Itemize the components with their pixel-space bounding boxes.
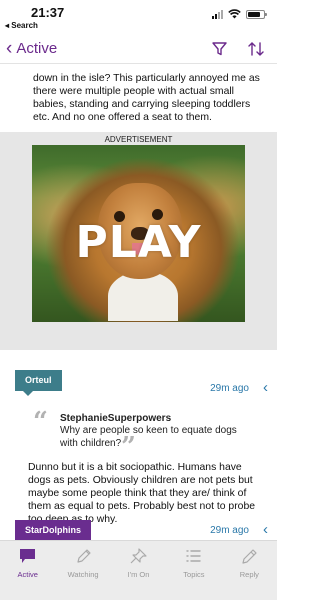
chevron-left-icon[interactable]: ‹	[263, 379, 268, 396]
filter-icon[interactable]	[212, 42, 227, 56]
tab-label: Watching	[67, 570, 99, 579]
play-overlay-text[interactable]: PLAY	[32, 217, 245, 268]
tab-label: Topics	[183, 570, 205, 579]
post-timestamp: 29m ago	[210, 525, 249, 536]
list-icon	[186, 550, 202, 562]
status-icons	[212, 9, 267, 19]
tab-label: Active	[17, 570, 38, 579]
quote-author: StephanieSuperpowers	[60, 413, 172, 424]
chevron-left-icon[interactable]: ‹	[263, 521, 268, 538]
status-bar: 21:37 ◂ Search	[0, 0, 277, 34]
nav-title: Active	[16, 40, 58, 57]
wifi-icon	[228, 9, 241, 19]
sort-icon[interactable]	[248, 42, 264, 56]
chevron-left-icon: ‹	[6, 38, 13, 59]
tab-bar: Active Watching I'm On Topics Reply	[0, 540, 277, 600]
author-badge[interactable]: StarDolphins	[15, 520, 92, 540]
tab-im-on[interactable]: I'm On	[111, 541, 166, 600]
open-quote-icon: “	[33, 407, 48, 437]
thread-content[interactable]: down in the isle? This particularly anno…	[0, 64, 277, 540]
back-button[interactable]: ‹ Active	[6, 39, 57, 58]
signal-icon	[212, 9, 223, 19]
pen-icon	[77, 549, 91, 563]
tab-label: Reply	[239, 570, 259, 579]
speech-bubble-icon	[20, 549, 36, 563]
tab-topics[interactable]: Topics	[166, 541, 221, 600]
reply-body: Dunno but it is a bit sociopathic. Human…	[28, 462, 256, 525]
advertisement: ADVERTISEMENT PLAY	[0, 132, 277, 350]
tab-active[interactable]: Active	[0, 541, 55, 600]
next-reply-post: StarDolphins 29m ago ‹	[0, 520, 277, 540]
nav-bar: ‹ Active	[0, 34, 277, 64]
quote-text: Why are people so keen to equate dogs wi…	[60, 425, 237, 449]
pencil-icon	[242, 549, 257, 564]
back-to-search-link[interactable]: ◂ Search	[5, 21, 38, 30]
pin-icon	[130, 548, 147, 564]
tab-watching[interactable]: Watching	[55, 541, 110, 600]
ad-video-image[interactable]: PLAY	[32, 145, 245, 322]
close-quote-icon: ”	[121, 432, 136, 462]
tab-reply[interactable]: Reply	[222, 541, 277, 600]
ad-label: ADVERTISEMENT	[104, 135, 173, 144]
author-badge[interactable]: Orteul	[15, 370, 62, 396]
status-time: 21:37	[31, 5, 65, 20]
post-body: down in the isle? This particularly anno…	[33, 73, 260, 123]
tab-label: I'm On	[127, 570, 150, 579]
battery-icon	[246, 9, 267, 19]
reply-post: Orteul 29m ago ‹ “ StephanieSuperpowers …	[0, 350, 277, 525]
post-timestamp: 29m ago	[210, 383, 249, 394]
